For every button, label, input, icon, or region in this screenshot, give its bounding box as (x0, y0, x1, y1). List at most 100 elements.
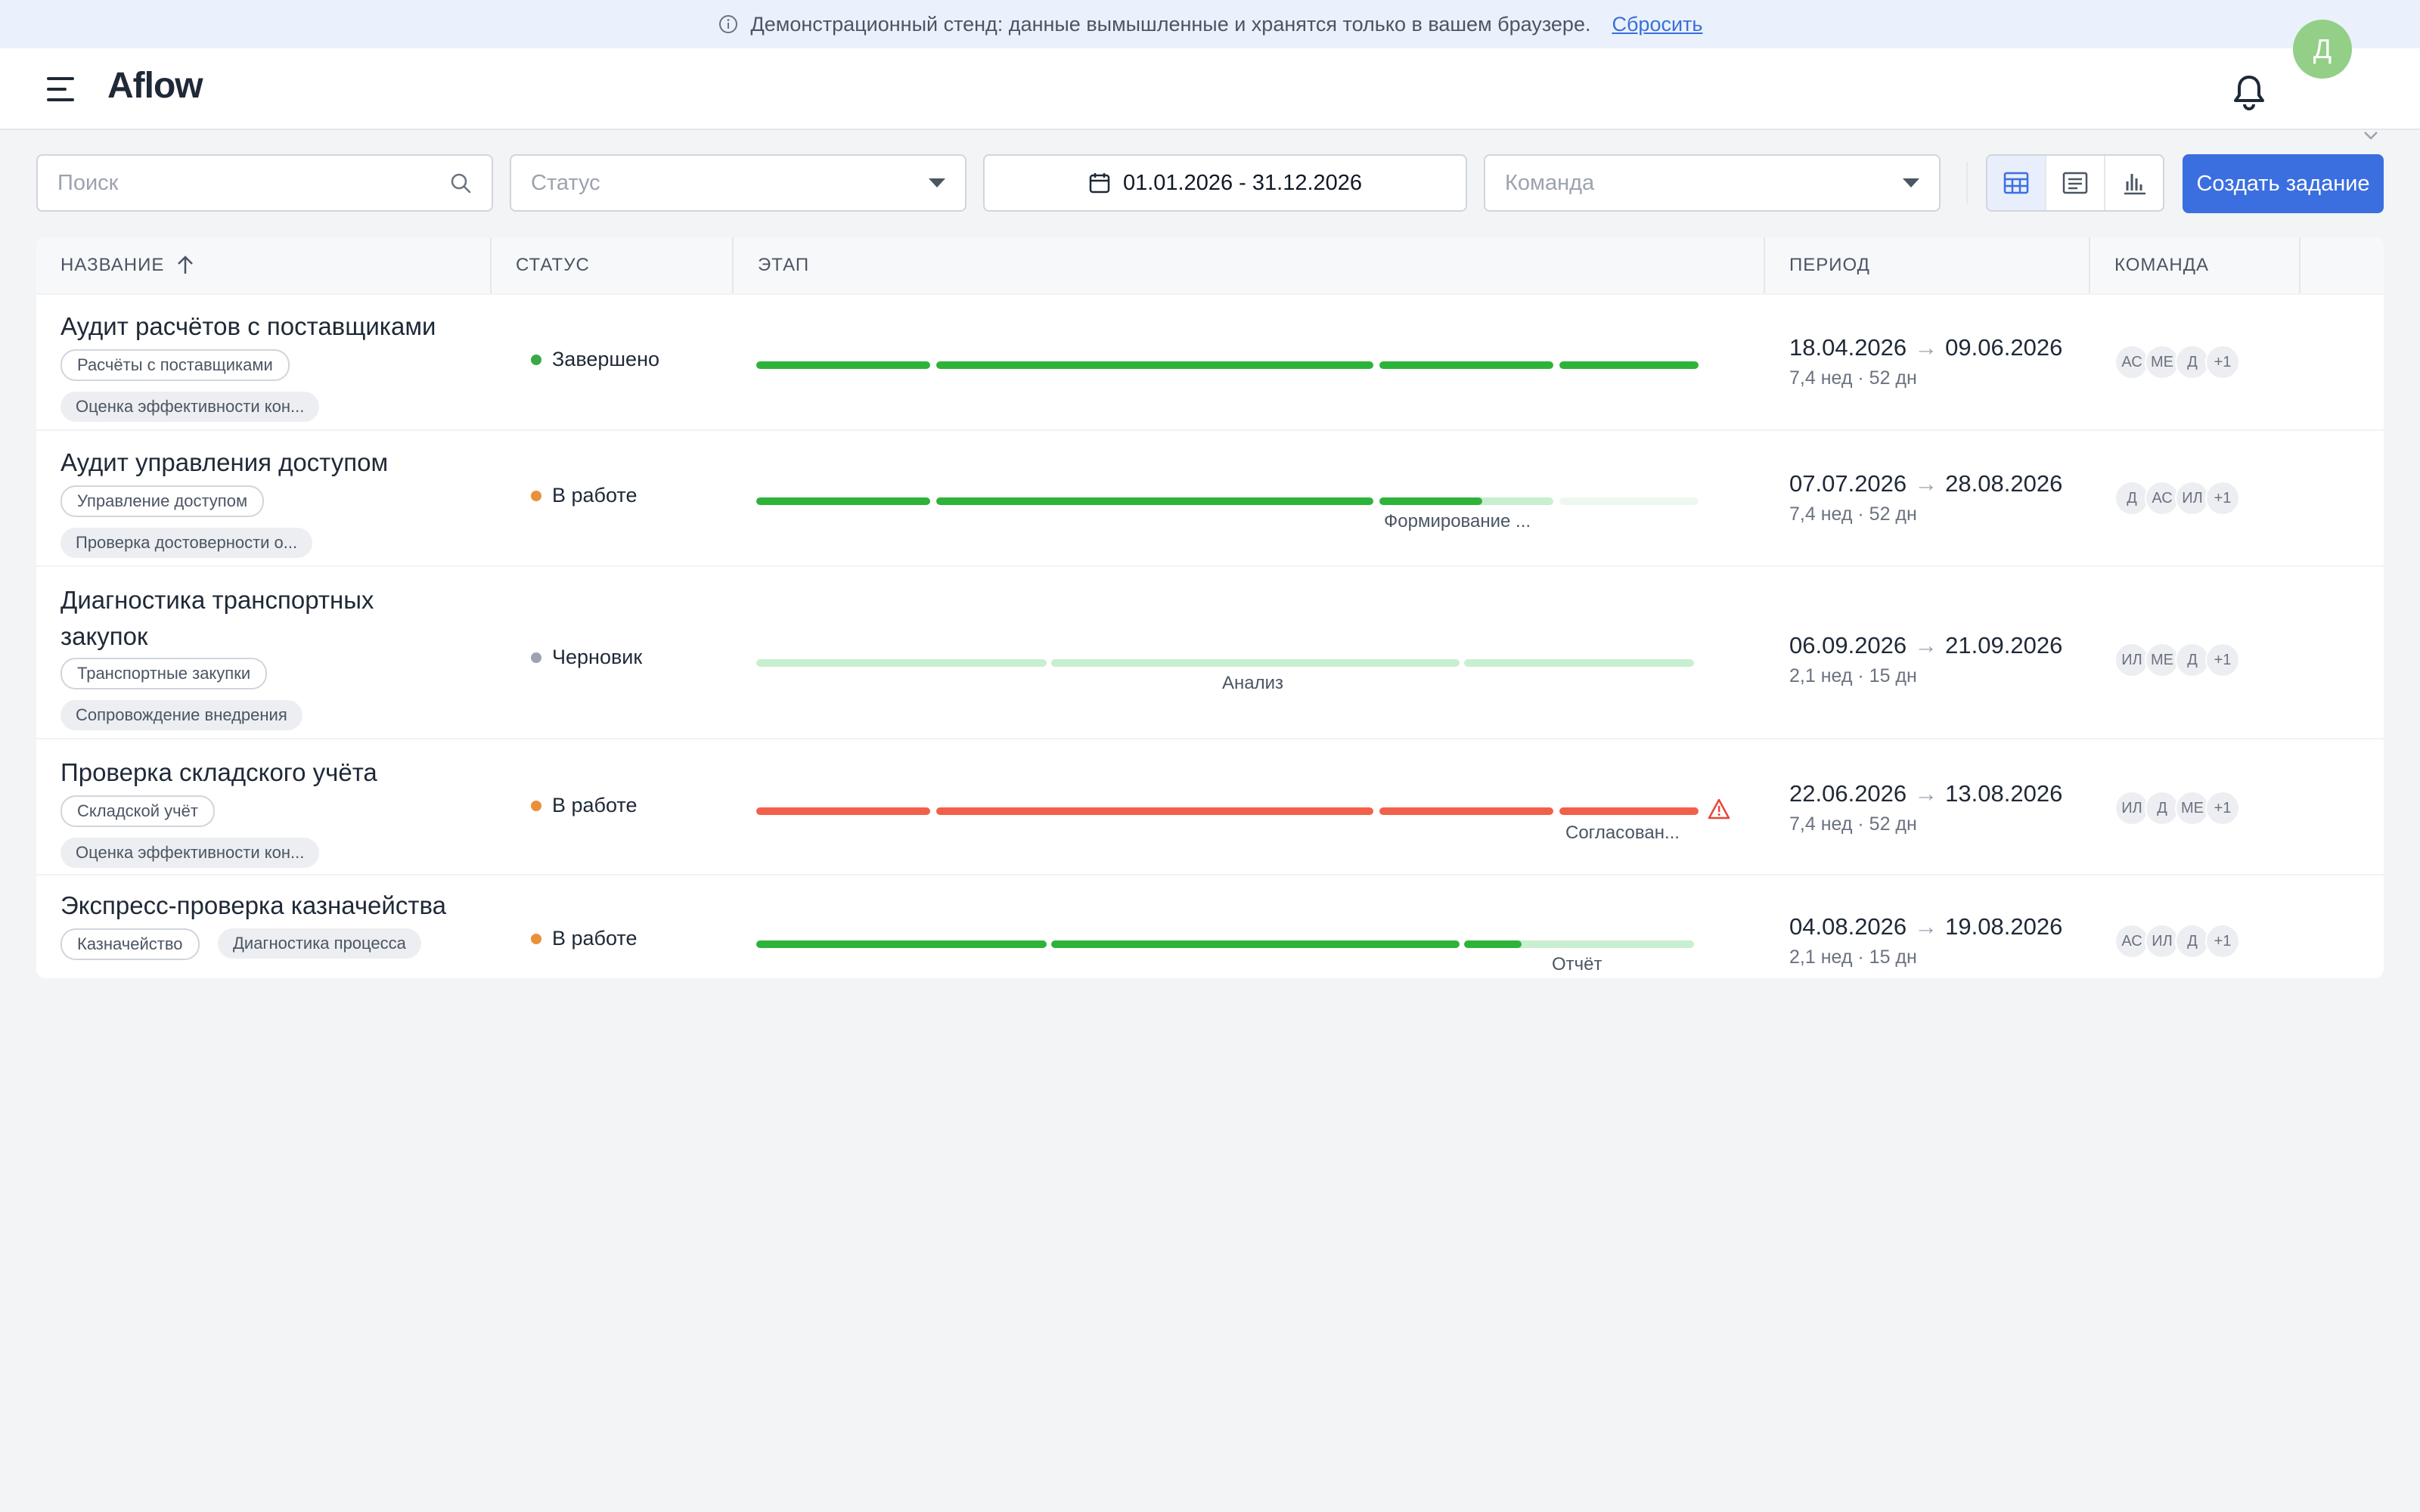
team-avatars: АС МЕ Д +1 (2114, 345, 2240, 380)
banner-text: Демонстрационный стенд: данные вымышленн… (750, 12, 1591, 36)
table-icon (2003, 172, 2029, 194)
column-header-status[interactable]: СТАТУС (492, 237, 734, 293)
table-row[interactable]: Диагностика транспортных закупок Транспо… (36, 565, 2384, 739)
period-start: 18.04.2026 (1789, 334, 1907, 361)
arrow-right-icon: → (1914, 913, 1938, 940)
caret-down-icon (929, 178, 945, 187)
task-title[interactable]: Проверка складского учёта (60, 754, 484, 791)
avatar[interactable]: Д (2293, 20, 2352, 79)
filter-toolbar: Поиск Статус 01.01.2026 - 31.12.2026 Ком… (36, 154, 2384, 215)
tasks-table: НАЗВАНИЕ СТАТУС ЭТАП ПЕРИОД КОМАНДА Ауди… (36, 237, 2384, 978)
stage-segment (756, 659, 1047, 667)
app-header: Aflow Д (0, 20, 2420, 140)
member-more[interactable]: +1 (2205, 643, 2240, 677)
status-badge: В работе (531, 484, 638, 507)
chevron-down-icon[interactable] (2363, 130, 2379, 144)
list-icon (2062, 172, 2088, 194)
task-tag: Оценка эффективности кон... (60, 838, 320, 868)
period-duration: 2,1 нед · 15 дн (1789, 665, 1917, 686)
task-title[interactable]: Диагностика транспортных закупок (60, 582, 454, 655)
warning-icon[interactable] (1708, 798, 1730, 820)
stage-segment (1379, 361, 1553, 369)
period-duration: 2,1 нед · 15 дн (1789, 947, 1917, 968)
status-dot (531, 490, 541, 501)
stage-label: Формирование ... (1384, 511, 1531, 531)
table-header: НАЗВАНИЕ СТАТУС ЭТАП ПЕРИОД КОМАНДА (36, 237, 2384, 293)
table-row[interactable]: Аудит управления доступом Управление дос… (36, 429, 2384, 567)
stage-segment (1379, 807, 1553, 815)
period-duration: 7,4 нед · 52 дн (1789, 503, 1917, 525)
column-header-team[interactable]: КОМАНДА (2090, 237, 2301, 293)
view-switcher (1986, 154, 2164, 212)
table-row[interactable]: Проверка складского учёта Складской учёт… (36, 738, 2384, 875)
bell-icon[interactable] (2228, 71, 2270, 113)
search-input[interactable]: Поиск (36, 154, 493, 212)
chart-view-button[interactable] (2105, 156, 2163, 210)
team-avatars: ИЛ МЕ Д +1 (2114, 643, 2240, 677)
date-range-value: 01.01.2026 - 31.12.2026 (1122, 170, 1363, 195)
status-text: Завершено (552, 348, 660, 370)
period-dates: 04.08.2026 → 19.08.2026 (1789, 913, 2062, 940)
team-avatars: АС ИЛ Д +1 (2114, 924, 2240, 959)
status-placeholder: Статус (531, 170, 600, 195)
app-logo[interactable]: Aflow (107, 65, 203, 107)
period-end: 09.06.2026 (1945, 334, 2063, 361)
arrow-right-icon: → (1914, 470, 1938, 497)
table-row[interactable]: Экспресс-проверка казначейства Казначейс… (36, 874, 2384, 978)
team-select[interactable]: Команда (1484, 154, 1941, 212)
period-dates: 06.09.2026 → 21.09.2026 (1789, 632, 2062, 659)
status-text: В работе (552, 927, 638, 950)
team-avatars: Д АС ИЛ +1 (2114, 481, 2240, 516)
sort-ascending-icon (178, 256, 194, 274)
bar-chart-icon (2124, 174, 2145, 195)
reset-link[interactable]: Сбросить (1612, 13, 1702, 36)
search-placeholder: Поиск (57, 170, 119, 195)
period-duration: 7,4 нед · 52 дн (1789, 813, 1917, 835)
status-dot (531, 800, 541, 811)
period-end: 21.09.2026 (1945, 632, 2063, 658)
task-tag: Складской учёт (60, 795, 215, 827)
team-avatars: ИЛ Д МЕ +1 (2114, 791, 2240, 826)
demo-banner: Демонстрационный стенд: данные вымышленн… (0, 0, 2420, 48)
task-title[interactable]: Аудит расчётов с поставщиками (60, 308, 484, 345)
stage-segment (756, 361, 930, 369)
status-dot (531, 652, 541, 663)
task-tag: Сопровождение внедрения (60, 700, 302, 730)
member-more[interactable]: +1 (2205, 481, 2240, 516)
member-more[interactable]: +1 (2205, 924, 2240, 959)
task-tag: Диагностика процесса (218, 928, 421, 959)
table-view-button[interactable] (1987, 156, 2046, 210)
task-tag: Транспортные закупки (60, 658, 268, 689)
status-select[interactable]: Статус (510, 154, 966, 212)
arrow-right-icon: → (1914, 334, 1938, 361)
member-more[interactable]: +1 (2205, 345, 2240, 380)
task-tag: Оценка эффективности кон... (60, 392, 320, 422)
stage-segment (936, 361, 1373, 369)
arrow-right-icon: → (1914, 632, 1938, 658)
column-header-name[interactable]: НАЗВАНИЕ (36, 237, 492, 293)
table-row[interactable]: Аудит расчётов с поставщиками Расчёты с … (36, 293, 2384, 431)
create-task-button[interactable]: Создать задание (2183, 154, 2384, 213)
status-badge: В работе (531, 794, 638, 817)
menu-icon[interactable] (44, 74, 77, 104)
status-badge: В работе (531, 927, 638, 950)
stage-segment (1559, 497, 1699, 505)
task-title[interactable]: Экспресс-проверка казначейства (60, 888, 484, 924)
task-title[interactable]: Аудит управления доступом (60, 445, 484, 481)
column-header-period[interactable]: ПЕРИОД (1765, 237, 2090, 293)
period-dates: 07.07.2026 → 28.08.2026 (1789, 470, 2062, 497)
status-dot (531, 354, 541, 365)
task-tag: Казначейство (60, 928, 200, 960)
period-start: 07.07.2026 (1789, 470, 1907, 497)
date-range-picker[interactable]: 01.01.2026 - 31.12.2026 (983, 154, 1467, 212)
member-more[interactable]: +1 (2205, 791, 2240, 826)
period-dates: 18.04.2026 → 09.06.2026 (1789, 334, 2062, 361)
caret-down-icon (1903, 178, 1919, 187)
calendar-icon (1089, 173, 1110, 194)
status-text: В работе (552, 484, 638, 507)
status-text: В работе (552, 794, 638, 816)
status-badge: Черновик (531, 646, 642, 669)
column-header-stage[interactable]: ЭТАП (734, 237, 1765, 293)
list-view-button[interactable] (2046, 156, 2105, 210)
stage-segment (756, 807, 930, 815)
